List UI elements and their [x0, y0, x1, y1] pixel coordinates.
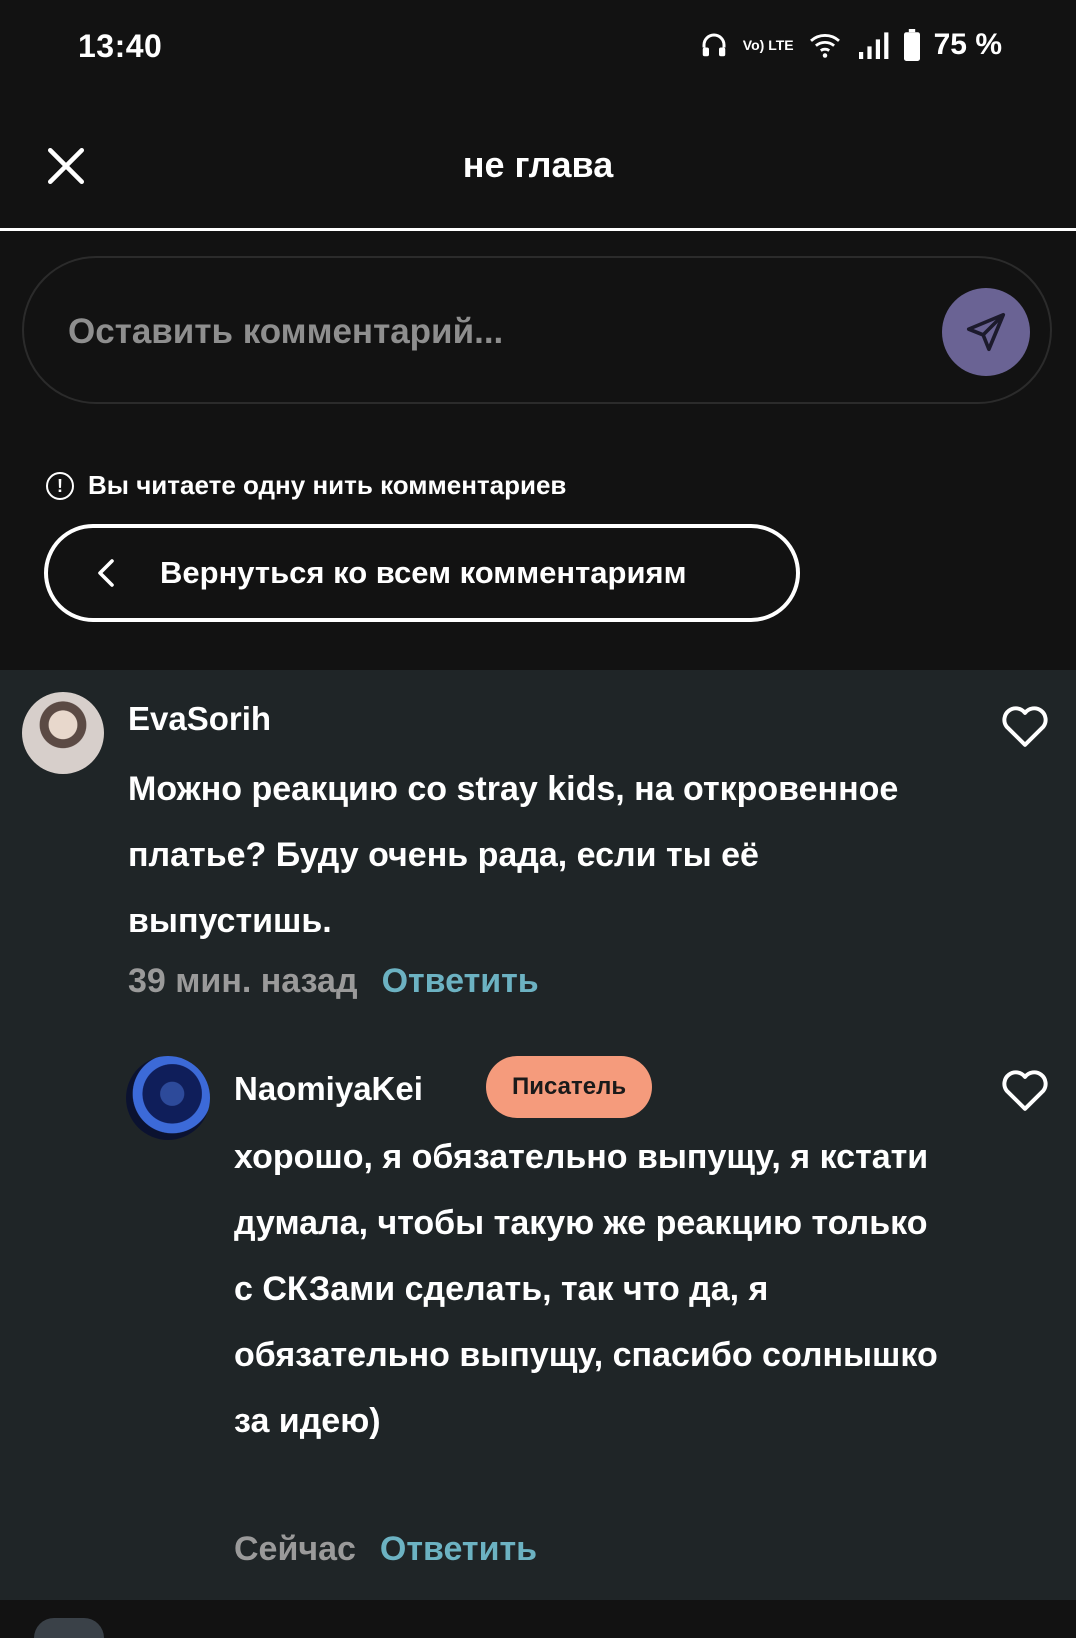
signal-icon [858, 32, 889, 59]
headphones-icon [702, 33, 726, 57]
status-bar: 13:40 Vo) LTE 75 % [0, 0, 1076, 100]
comment-meta: 39 мин. назад Ответить [128, 962, 539, 1001]
reply-button[interactable]: Ответить [382, 962, 539, 1001]
send-icon [966, 312, 1006, 352]
back-to-all-comments-button[interactable]: Вернуться ко всем комментариям [44, 524, 800, 622]
avatar[interactable] [22, 692, 104, 774]
comments-divider [0, 1600, 1076, 1628]
volte-icon: Vo) LTE [742, 37, 794, 53]
back-button-label: Вернуться ко всем комментариям [160, 555, 687, 590]
chevron-left-icon [96, 558, 126, 588]
battery-icon [903, 29, 920, 61]
thread-notice-text: Вы читаете одну нить комментариев [88, 470, 567, 500]
status-time: 13:40 [78, 28, 163, 64]
writer-badge: Писатель [486, 1056, 653, 1118]
header: не глава [0, 100, 1076, 231]
wifi-icon [809, 34, 840, 58]
avatar[interactable] [34, 1618, 104, 1638]
info-icon: ! [46, 471, 74, 500]
comment-time: Сейчас [234, 1530, 356, 1568]
comment-text: хорошо, я обязательно выпущу, я кстати д… [234, 1138, 938, 1440]
send-button[interactable] [942, 288, 1030, 376]
comment-text: Можно реакцию со stray kids, на откровен… [128, 770, 899, 940]
comment-username[interactable]: EvaSorih [128, 700, 271, 738]
status-icons: Vo) LTE 75 % [699, 28, 1002, 62]
avatar[interactable] [126, 1056, 210, 1140]
comment-time: 39 мин. назад [128, 962, 358, 1000]
heart-icon[interactable] [1000, 702, 1050, 748]
comment-meta: Сейчас Ответить [234, 1530, 537, 1569]
comment-input[interactable]: Оставить комментарий... [22, 256, 1052, 404]
reply-button[interactable]: Ответить [380, 1530, 537, 1569]
thread-notice: ! Вы читаете одну нить комментариев [46, 470, 566, 501]
page-title: не глава [462, 144, 614, 185]
battery-percent: 75 % [933, 28, 1002, 61]
comment-input-placeholder: Оставить комментарий... [68, 312, 504, 351]
comment-username[interactable]: NaomiyaKei [234, 1070, 423, 1108]
heart-icon[interactable] [1000, 1066, 1050, 1112]
